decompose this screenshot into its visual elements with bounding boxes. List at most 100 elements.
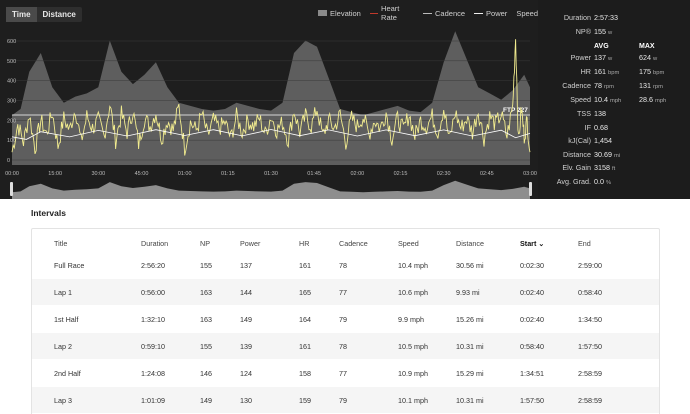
table-row[interactable]: 1st Half 1:32:10 163 149 164 79 9.9 mph 15.26 m… [32, 306, 659, 332]
stat-hr: HR 161 bpm 175 bpm [539, 67, 690, 79]
intervals-title: Intervals [31, 208, 66, 218]
elevation-area [12, 31, 530, 166]
column-header-distance[interactable]: Distance [456, 239, 484, 248]
tab-distance[interactable]: Distance [37, 7, 82, 22]
cell-end: 0:58:40 [578, 288, 602, 297]
cell-distance: 10.31 mi [456, 396, 484, 405]
column-header-np[interactable]: NP [200, 239, 210, 248]
stat-np: NP® 155 w [539, 27, 690, 39]
cell-duration: 1:24:08 [141, 369, 165, 378]
column-header-speed[interactable]: Speed [398, 239, 419, 248]
stat-hr-label: HR [580, 67, 591, 76]
stat-power: Power 137 w 624 w [539, 53, 690, 65]
stat-power-label: Power [570, 53, 591, 62]
cell-distance: 15.29 mi [456, 369, 484, 378]
cell-title: 1st Half [54, 315, 79, 324]
stat-hr-avg: 161 bpm [594, 67, 619, 76]
column-header-label: Title [54, 239, 68, 248]
cell-cadence: 77 [339, 288, 347, 297]
stat-avg-unit: mph [610, 98, 622, 104]
cell-power: 149 [240, 315, 252, 324]
stat-tss-value-wrap: 138 [594, 109, 606, 118]
stat-kj-cal-value: 1,454 [594, 136, 612, 145]
cell-end: 2:59:00 [578, 261, 602, 270]
cell-cadence: 79 [339, 315, 347, 324]
legend-cadence-label: Cadence [435, 8, 466, 18]
legend-speed[interactable]: Speed [516, 9, 538, 18]
cell-cadence: 78 [339, 342, 347, 351]
cell-np: 146 [200, 369, 212, 378]
stat-distance: Distance 30.69 mi [539, 150, 690, 162]
stat-distance-label: Distance [563, 149, 591, 159]
activity-chart-svg[interactable]: 6005004003002001000FTP 22700:00 15:00 30:0… [0, 0, 538, 199]
cell-duration: 2:56:20 [141, 261, 165, 270]
tab-time[interactable]: Time [6, 7, 37, 22]
column-header-title[interactable]: Title [54, 239, 67, 248]
stat-if: IF 0.68 [539, 123, 690, 135]
stat-avg-unit: rpm [604, 84, 614, 90]
cell-distance: 10.31 mi [456, 342, 484, 351]
stat-max-unit: bpm [653, 70, 665, 76]
legend-heart-rate-label: Heart Rate [381, 4, 400, 22]
power-swatch-icon [474, 12, 484, 14]
stat-avg-grad-unit: % [606, 179, 612, 186]
stat-if-label: IF [584, 122, 591, 132]
stat-if-value-wrap: 0.68 [594, 123, 608, 132]
legend-elevation[interactable]: Elevation [318, 9, 361, 18]
cell-speed: 10.9 mph [398, 369, 428, 378]
stats-panel: Duration 2:57:33 NP® 155 w AVG MAX Power… [539, 0, 690, 199]
stat-np-value-wrap: 155 w [594, 27, 612, 36]
stat-speed-max: 28.6 mph [639, 95, 666, 104]
cell-start: 0:58:40 [520, 342, 544, 351]
cell-speed: 10.6 mph [398, 288, 428, 297]
cell-cadence: 78 [339, 261, 347, 270]
activity-chart[interactable]: 600 500 400 300 200 100 0 FTP 227 00:00 15:00 30:0… [0, 0, 538, 199]
ftp-label: FTP 227 [503, 107, 528, 114]
column-header-end[interactable]: End [578, 239, 591, 248]
x-axis-toggle: Time Distance [6, 7, 82, 22]
column-header-cadence[interactable]: Cadence [339, 239, 368, 248]
stat-avg-value: 137 [594, 53, 606, 62]
chart-legend: Elevation Heart Rate Cadence Power Speed [318, 4, 538, 22]
cell-duration: 1:01:09 [141, 396, 165, 405]
cell-title: 2nd Half [54, 369, 81, 378]
cell-hr: 158 [299, 369, 311, 378]
cell-power: 124 [240, 369, 252, 378]
legend-cadence[interactable]: Cadence [423, 9, 465, 18]
column-header-hr[interactable]: HR [299, 239, 309, 248]
legend-heart-rate[interactable]: Heart Rate [369, 4, 414, 22]
cell-start: 0:02:30 [520, 261, 544, 270]
stat-max-value: 28.6 [639, 95, 653, 104]
stat-avg-grad-value-wrap: 0.0 % [594, 177, 611, 186]
cell-title: Lap 3 [54, 396, 72, 405]
x-tick-label: 45:00 [135, 171, 149, 177]
cell-start: 0:02:40 [520, 315, 544, 324]
cell-speed: 10.1 mph [398, 396, 428, 405]
cell-duration: 0:56:00 [141, 288, 165, 297]
table-row[interactable]: Lap 2 0:59:10 155 139 161 78 10.5 mph 10.31 mi 0… [32, 333, 659, 359]
column-header-power[interactable]: Power [240, 239, 260, 248]
column-header-label: Speed [398, 239, 419, 248]
cell-start: 1:34:51 [520, 369, 544, 378]
range-handle-left-icon[interactable] [10, 182, 13, 196]
stat-max-unit: rpm [653, 84, 663, 90]
sort-descending-icon[interactable]: ⌄ [536, 239, 544, 248]
stat-max-value: 624 [639, 53, 651, 62]
legend-power[interactable]: Power [474, 9, 507, 18]
table-row[interactable]: Lap 1 0:56:00 163 144 165 77 10.6 mph 9.93 mi 0:… [32, 279, 659, 305]
cell-hr: 159 [299, 396, 311, 405]
column-header-label: Power [240, 239, 261, 248]
table-row[interactable]: Lap 3 1:01:09 149 130 159 79 10.1 mph 10.31 mi 1… [32, 387, 659, 413]
range-handle-right-icon[interactable] [529, 182, 532, 196]
cell-distance: 9.93 mi [456, 288, 480, 297]
column-header-duration[interactable]: Duration [141, 239, 168, 248]
stat-distance-value-wrap: 30.69 mi [594, 150, 620, 159]
cell-hr: 165 [299, 288, 311, 297]
cell-cadence: 79 [339, 396, 347, 405]
table-row[interactable]: 2nd Half 1:24:08 146 124 158 77 10.9 mph 15.29 … [32, 360, 659, 386]
cell-power: 139 [240, 342, 252, 351]
x-tick-label: 01:45 [307, 171, 321, 177]
cell-speed: 10.5 mph [398, 342, 428, 351]
column-header-start[interactable]: Start ⌄ [520, 239, 544, 248]
table-row[interactable]: Full Race 2:56:20 155 137 161 78 10.4 mph 30.56… [32, 252, 659, 278]
